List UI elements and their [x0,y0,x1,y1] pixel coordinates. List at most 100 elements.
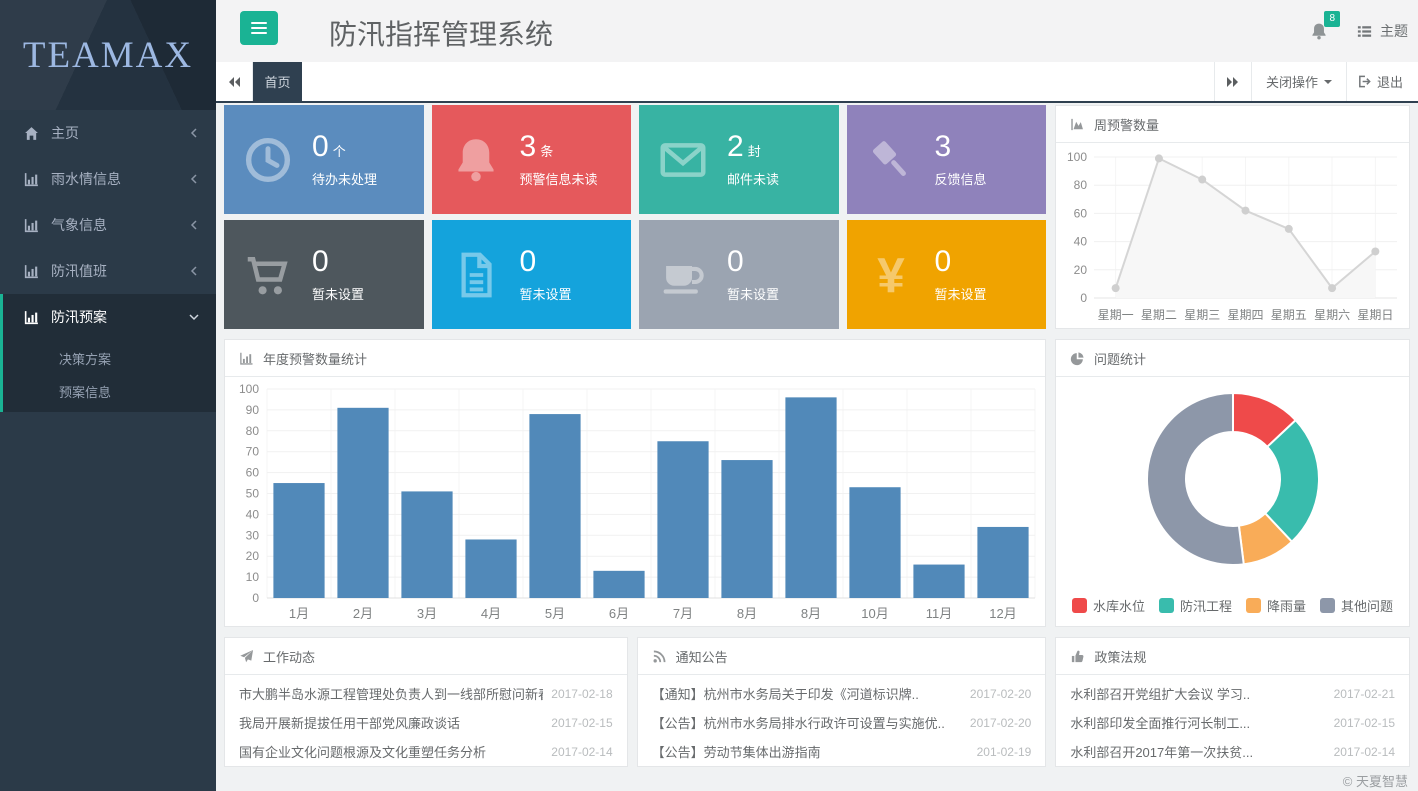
notifications-button[interactable]: 8 [1308,19,1330,43]
news-link[interactable]: 【公告】杭州市水务局排水行政许可设置与实施优.. [652,713,962,732]
news-link[interactable]: 水利部召开2017年第一次扶贫... [1070,742,1325,761]
sidebar-item-label: 气象信息 [51,215,188,235]
svg-text:0: 0 [252,591,259,605]
sidebar: TEAMAX 主页 雨水情信息 [0,0,216,791]
stat-card-unset-2[interactable]: 0 暂未设置 [432,220,632,329]
svg-text:7月: 7月 [673,606,693,621]
logo-text: TEAMAX [23,34,193,77]
topbar-right: 8 主题 [1308,0,1408,62]
news-list: 【通知】杭州市水务局关于印发《河道标识牌.. 2017-02-20 【公告】杭州… [638,675,1046,766]
stat-card-todo[interactable]: 0个 待办未处理 [224,105,424,214]
news-row: 市大鹏半岛水源工程管理处负责人到一线部所慰问新春 2017-02-18 [225,679,627,708]
svg-text:60: 60 [246,466,260,480]
svg-text:12月: 12月 [989,606,1016,621]
svg-text:80: 80 [1074,178,1088,192]
caret-down-icon [1324,80,1332,84]
tab-home[interactable]: 首页 [253,62,302,101]
svg-text:8月: 8月 [801,606,821,621]
page-title: 防汛指挥管理系统 [329,13,553,53]
theme-list-icon [1356,23,1373,40]
document-icon [432,248,520,302]
sidebar-item-rainwater[interactable]: 雨水情信息 [0,156,216,202]
svg-text:5月: 5月 [545,606,565,621]
theme-button[interactable]: 主题 [1356,21,1408,41]
topbar: 防汛指挥管理系统 8 主题 [216,0,1418,62]
sign-out-icon [1357,74,1372,89]
news-link[interactable]: 我局开展新提拔任用干部党风廉政谈话 [239,713,543,732]
bell-icon [432,133,520,187]
news-row: 水利部召开党组扩大会议 学习.. 2017-02-21 [1056,679,1409,708]
stat-card-mail[interactable]: 2封 邮件未读 [639,105,839,214]
svg-text:11月: 11月 [926,606,953,621]
svg-text:100: 100 [1067,150,1087,164]
sidebar-item-label: 防汛值班 [51,261,188,281]
annual-bar-chart: 01020304050607080901001月2月3月4月5月6月7月8月8月… [225,377,1045,626]
stat-card-alerts[interactable]: 3条 预警信息未读 [432,105,632,214]
issues-panel: 问题统计 水库水位 防汛工程 [1055,339,1410,627]
app-logo: TEAMAX [0,0,216,110]
svg-text:30: 30 [246,528,260,542]
issues-donut-chart [1056,377,1409,589]
tabbar: 首页 关闭操作 退出 [216,62,1418,103]
news-link[interactable]: 水利部召开党组扩大会议 学习.. [1070,684,1325,703]
svg-text:0: 0 [1080,291,1087,305]
row-top: 0个 待办未处理 3条 预警信息未读 [224,105,1410,329]
sidebar-subitem-plan-info[interactable]: 预案信息 [3,376,216,412]
sidebar-item-label: 主页 [51,123,188,143]
sidebar-item-home[interactable]: 主页 [0,110,216,156]
news-row: 我局开展新提拔任用干部党风廉政谈话 2017-02-15 [225,708,627,737]
stat-card-feedback[interactable]: 3 反馈信息 [847,105,1047,214]
bar-chart-icon [23,171,40,188]
sidebar-item-flood-plan[interactable]: 防汛预案 [3,294,216,340]
legend-swatch [1246,598,1261,613]
legend-item[interactable]: 水库水位 [1072,596,1145,615]
policy-panel: 政策法规 水利部召开党组扩大会议 学习.. 2017-02-21 水利部印发全面… [1055,637,1410,767]
legend-item[interactable]: 其他问题 [1320,596,1393,615]
news-row: 【公告】劳动节集体出游指南 201-02-19 [638,737,1046,766]
news-link[interactable]: 市大鹏半岛水源工程管理处负责人到一线部所慰问新春 [239,684,543,703]
legend-item[interactable]: 防汛工程 [1159,596,1232,615]
svg-text:100: 100 [239,382,259,396]
news-link[interactable]: 【公告】劳动节集体出游指南 [652,742,969,761]
sidebar-item-duty[interactable]: 防汛值班 [0,248,216,294]
gavel-icon [847,133,935,187]
chevron-left-icon [188,265,200,277]
stat-card-unset-1[interactable]: 0 暂未设置 [224,220,424,329]
svg-text:星期四: 星期四 [1227,308,1263,322]
main-area: 防汛指挥管理系统 8 主题 首页 关闭操作 [216,0,1418,791]
sidebar-item-weather[interactable]: 气象信息 [0,202,216,248]
clock-icon [224,133,312,187]
tabs-scroll-left-button[interactable] [216,62,253,101]
notice-panel: 通知公告 【通知】杭州市水务局关于印发《河道标识牌.. 2017-02-20 【… [637,637,1047,767]
svg-text:50: 50 [246,487,260,501]
work-news-panel: 工作动态 市大鹏半岛水源工程管理处负责人到一线部所慰问新春 2017-02-18… [224,637,628,767]
chevron-down-icon [188,311,200,323]
menu-toggle-button[interactable] [240,11,278,45]
sidebar-item-label: 雨水情信息 [51,169,188,189]
svg-text:8月: 8月 [737,606,757,621]
svg-text:20: 20 [1074,263,1088,277]
svg-text:3月: 3月 [417,606,437,621]
logout-button[interactable]: 退出 [1346,62,1418,101]
panel-header: 年度预警数量统计 [225,340,1045,377]
tabs-scroll-right-button[interactable] [1214,62,1251,101]
news-list: 水利部召开党组扩大会议 学习.. 2017-02-21 水利部印发全面推行河长制… [1056,675,1409,766]
chevron-left-icon [188,219,200,231]
double-chevron-left-icon [227,76,241,88]
stat-card-unset-3[interactable]: 0 暂未设置 [639,220,839,329]
svg-text:40: 40 [1074,235,1088,249]
svg-text:星期三: 星期三 [1184,308,1220,322]
legend-item[interactable]: 降雨量 [1246,596,1306,615]
svg-text:4月: 4月 [481,606,501,621]
stat-card-unset-4[interactable]: ¥ 0 暂未设置 [847,220,1047,329]
news-link[interactable]: 【通知】杭州市水务局关于印发《河道标识牌.. [652,684,962,703]
double-chevron-right-icon [1226,76,1240,88]
news-link[interactable]: 国有企业文化问题根源及文化重塑任务分析 [239,742,543,761]
close-operations-dropdown[interactable]: 关闭操作 [1251,62,1346,101]
panel-header: 通知公告 [638,638,1046,675]
sidebar-expanded-group: 防汛预案 决策方案 预案信息 [0,294,216,412]
news-link[interactable]: 水利部印发全面推行河长制工... [1070,713,1325,732]
sidebar-subitem-decision-plan[interactable]: 决策方案 [3,340,216,376]
svg-text:星期五: 星期五 [1271,308,1307,322]
home-icon [23,125,40,142]
